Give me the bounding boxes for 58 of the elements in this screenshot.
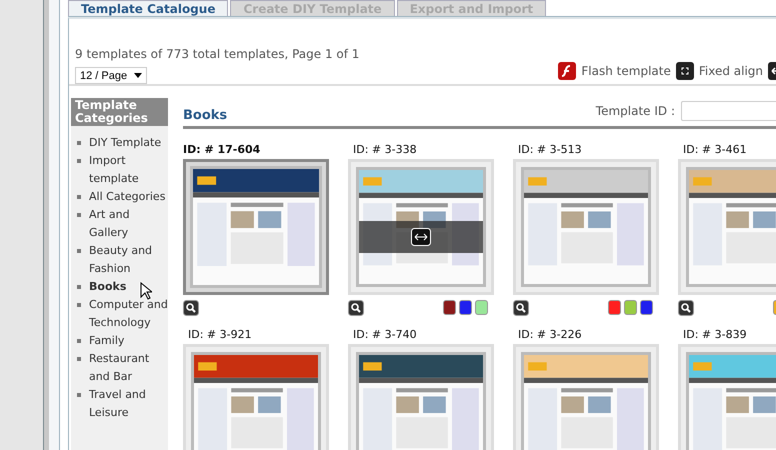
- template-preview[interactable]: [356, 352, 486, 450]
- template-id: ID: # 3-461: [682, 143, 748, 158]
- bullet-icon: [77, 285, 81, 289]
- category-link[interactable]: Import template: [89, 152, 168, 188]
- category-link[interactable]: All Categories: [89, 188, 166, 206]
- per-page-dropdown[interactable]: 12 / Page: [75, 67, 147, 84]
- template-id-field[interactable]: [681, 101, 776, 121]
- color-swatch[interactable]: [475, 300, 488, 315]
- template-id: ID: # 3-921: [187, 328, 253, 343]
- magnifier-icon[interactable]: [183, 300, 199, 316]
- category-link[interactable]: Beauty and Fashion: [89, 242, 168, 278]
- color-swatch[interactable]: [459, 300, 472, 315]
- template-frame[interactable]: [183, 159, 329, 295]
- flash-icon[interactable]: [558, 62, 576, 80]
- category-link[interactable]: Family: [89, 332, 124, 350]
- bullet-icon: [77, 357, 81, 361]
- color-swatch[interactable]: [608, 300, 621, 315]
- category-link[interactable]: Travel and Leisure: [89, 386, 168, 422]
- template-id: ID: # 17-604: [183, 143, 262, 158]
- magnifier-icon[interactable]: [348, 300, 364, 316]
- template-preview[interactable]: [521, 352, 651, 450]
- category-link[interactable]: DIY Template: [89, 134, 162, 152]
- caret-icon: [134, 73, 142, 78]
- category-link[interactable]: Art and Gallery: [89, 206, 168, 242]
- bullet-icon: [77, 213, 81, 217]
- resize-arrows-icon: [411, 228, 431, 246]
- category-link[interactable]: Restaurant and Bar: [89, 350, 168, 386]
- field-label: Template ID :: [596, 104, 675, 118]
- template-id: ID: # 3-740: [352, 328, 418, 343]
- toolbar-label[interactable]: Flash template: [581, 64, 671, 78]
- bullet-icon: [77, 159, 81, 163]
- template-preview[interactable]: [521, 167, 651, 287]
- section-title: Books: [183, 108, 228, 123]
- template-id: ID: # 3-839: [682, 328, 748, 343]
- template-preview[interactable]: [190, 166, 322, 288]
- template-id: ID: # 3-226: [517, 328, 583, 343]
- bullet-icon: [77, 249, 81, 253]
- result-summary: 9 templates of 773 total templates, Page 1 of 1: [75, 47, 360, 61]
- category-link[interactable]: Books: [89, 278, 126, 296]
- color-swatch[interactable]: [443, 300, 456, 315]
- category-link[interactable]: Computer and Technology: [89, 296, 168, 332]
- focus-frame-icon[interactable]: [676, 62, 694, 80]
- tab[interactable]: Template Catalogue: [68, 0, 228, 16]
- template-id: ID: # 3-338: [352, 143, 418, 158]
- template-id: ID: # 3-513: [517, 143, 583, 158]
- sidebar-heading: Template Categories: [71, 98, 168, 126]
- mouse-pointer-icon: [140, 282, 152, 300]
- bullet-icon: [77, 339, 81, 343]
- magnifier-icon[interactable]: [678, 300, 694, 316]
- bullet-icon: [77, 393, 81, 397]
- color-swatch[interactable]: [640, 300, 653, 315]
- bullet-icon: [77, 141, 81, 145]
- bullet-icon: [77, 195, 81, 199]
- toolbar-label[interactable]: Fixed align: [698, 64, 763, 78]
- bullet-icon: [77, 303, 81, 307]
- template-preview[interactable]: [191, 352, 321, 450]
- color-swatch[interactable]: [624, 300, 637, 315]
- magnifier-icon[interactable]: [513, 300, 529, 316]
